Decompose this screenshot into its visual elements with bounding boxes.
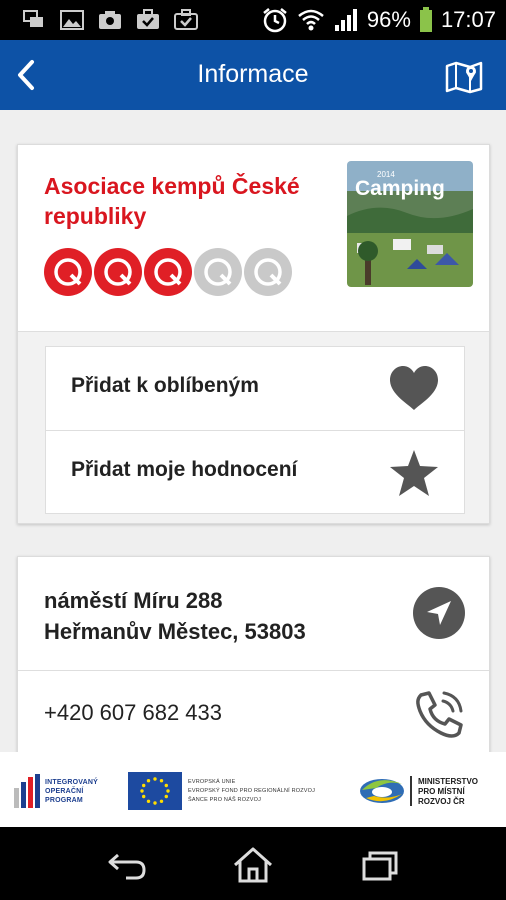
screenshot-icon xyxy=(23,10,43,27)
eu-line: EVROPSKÁ UNIE xyxy=(188,779,236,785)
add-to-favorites-label: Přidat k oblíbeným xyxy=(71,374,259,397)
iop-logo-icon xyxy=(14,774,40,808)
rating-icon-empty xyxy=(194,248,242,296)
thumbnail-caption: Camping xyxy=(355,177,445,200)
wifi-icon xyxy=(298,9,324,31)
notification-icons xyxy=(22,9,198,31)
eu-logo-text: EVROPSKÁ UNIE EVROPSKÝ FOND PRO REGIONÁL… xyxy=(188,778,315,805)
add-to-favorites-button[interactable]: Přidat k oblíbeným xyxy=(46,347,464,431)
camp-thumbnail[interactable]: 2014 Camping xyxy=(347,161,473,287)
page-title: Informace xyxy=(197,60,309,88)
alarm-icon xyxy=(263,8,287,33)
eu-line: EVROPSKÝ FOND PRO REGIONÁLNÍ ROZVOJ xyxy=(188,788,316,794)
add-my-rating-button[interactable]: Přidat moje hodnocení xyxy=(46,431,464,515)
mmr-logo-text: MINISTERSTVO PRO MÍSTNÍ ROZVOJ ČR xyxy=(418,777,478,807)
map-icon[interactable] xyxy=(444,56,484,96)
phone-number[interactable]: +420 607 682 433 xyxy=(44,700,222,726)
add-my-rating-label: Přidat moje hodnocení xyxy=(71,458,298,481)
actions-list: Přidat k oblíbeným Přidat moje hodnocení xyxy=(45,346,465,514)
iop-line: OPERAČNÍ xyxy=(45,788,84,795)
mmr-separator xyxy=(410,776,412,806)
battery-icon xyxy=(419,7,432,32)
rating xyxy=(44,248,292,296)
system-indicators: 96% 17:07 xyxy=(261,6,496,34)
iop-line: PROGRAM xyxy=(45,797,83,804)
rating-icon-empty xyxy=(244,248,292,296)
phone-call-icon[interactable] xyxy=(411,687,467,743)
sponsor-logos: INTEGROVANÝ OPERAČNÍ PROGRAM EVROPSKÁ UN… xyxy=(0,752,506,827)
status-bar: 96% 17:07 xyxy=(0,0,506,40)
battery-percent: 96% xyxy=(366,7,411,32)
contact-card: náměstí Míru 288 Heřmanův Městec, 53803 … xyxy=(17,556,490,756)
gallery-icon xyxy=(60,10,84,30)
heart-icon xyxy=(390,366,438,410)
actions-area: Přidat k oblíbeným Přidat moje hodnocení xyxy=(18,331,489,523)
signal-icon xyxy=(334,9,357,31)
home-nav-icon[interactable] xyxy=(231,845,275,885)
briefcase-check-outline-icon xyxy=(174,9,198,30)
mmr-line: MINISTERSTVO xyxy=(418,777,479,786)
camp-info-card: Asociace kempů České republiky 2014 Camp… xyxy=(17,144,490,524)
briefcase-check-icon xyxy=(137,9,159,29)
iop-line: INTEGROVANÝ xyxy=(45,779,99,786)
rating-icon-filled xyxy=(144,248,192,296)
star-icon xyxy=(390,450,438,496)
address-city: Heřmanův Městec, 53803 xyxy=(44,619,306,644)
eu-line: ŠANCE PRO NÁŠ ROZVOJ xyxy=(188,797,262,803)
rating-icon-filled xyxy=(94,248,142,296)
mmr-line: PRO MÍSTNÍ xyxy=(418,787,465,796)
camera-icon xyxy=(99,11,121,29)
system-nav-bar xyxy=(0,827,506,900)
mmr-line: ROZVOJ ČR xyxy=(418,797,465,806)
navigation-arrow-icon xyxy=(427,601,451,625)
clock: 17:07 xyxy=(440,7,496,32)
address-street: náměstí Míru 288 xyxy=(44,588,223,613)
iop-logo-text: INTEGROVANÝ OPERAČNÍ PROGRAM xyxy=(45,778,98,805)
eu-flag-icon xyxy=(128,772,182,810)
camp-name: Asociace kempů České republiky xyxy=(44,173,300,229)
navigate-button[interactable] xyxy=(413,587,465,639)
address[interactable]: náměstí Míru 288 Heřmanův Městec, 53803 xyxy=(44,585,306,647)
recent-apps-nav-icon[interactable] xyxy=(358,845,402,885)
app-bar: Informace xyxy=(0,40,506,110)
divider xyxy=(18,670,489,671)
rating-icon-filled xyxy=(44,248,92,296)
mmr-logo-icon xyxy=(360,779,404,803)
back-nav-icon[interactable] xyxy=(104,845,148,885)
